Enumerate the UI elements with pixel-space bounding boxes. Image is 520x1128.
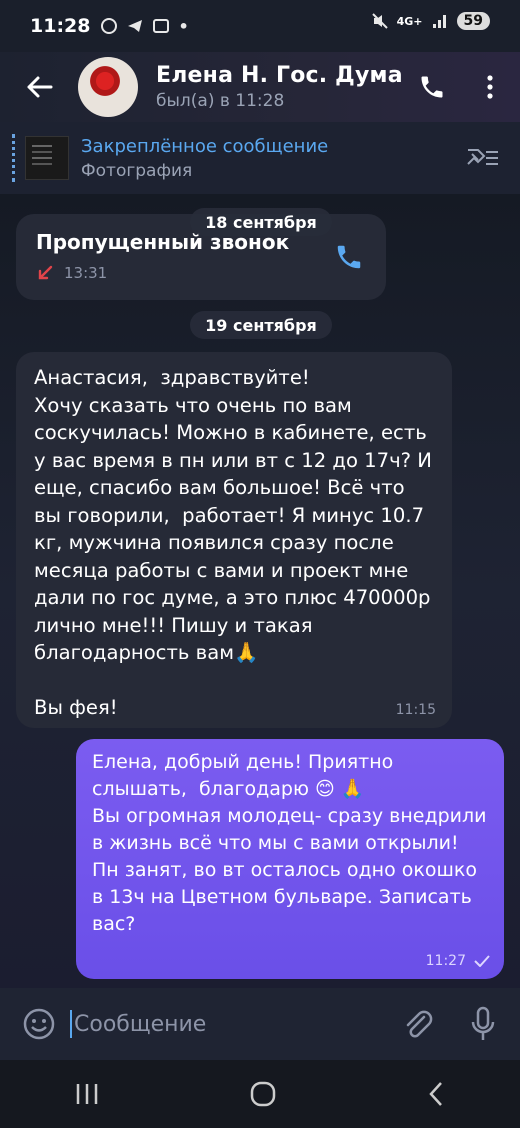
home-icon[interactable] — [249, 1080, 277, 1108]
message-text: Елена, добрый день! Приятно слышать, бла… — [92, 751, 487, 935]
message-input-placeholder: Сообщение — [74, 1011, 207, 1037]
chat-header: Елена Н. Гос. Дума был(а) в 11:28 — [0, 52, 520, 122]
date-separator: 19 сентября — [190, 311, 332, 339]
last-seen: был(а) в 11:28 — [156, 91, 285, 111]
message-time-status: 11:27 — [426, 953, 490, 969]
telegram-icon — [128, 20, 143, 32]
missed-call-meta: 13:31 — [36, 264, 366, 282]
screenshot-icon — [153, 19, 170, 33]
contact-name: Елена Н. Гос. Дума — [156, 63, 403, 88]
pinned-thumbnail — [25, 136, 69, 180]
message-time: 11:27 — [425, 953, 466, 969]
missed-call-icon — [38, 265, 53, 280]
network-type: 4G+ — [396, 14, 423, 28]
mute-icon — [371, 13, 388, 29]
unpin-icon[interactable] — [464, 144, 500, 172]
contact-info[interactable]: Елена Н. Гос. Дума был(а) в 11:28 — [156, 63, 408, 111]
status-bar: 11:28 • 4G+ 59 — [0, 0, 520, 52]
system-nav-bar — [0, 1060, 520, 1128]
text-caret — [70, 1010, 72, 1038]
emoji-icon[interactable] — [22, 1007, 56, 1041]
avatar[interactable] — [78, 57, 138, 117]
pinned-subtitle: Фотография — [81, 160, 193, 181]
signal-icon — [432, 15, 446, 28]
call-back-icon[interactable] — [334, 242, 364, 272]
incoming-message[interactable]: Анастасия, здравствуйте! Хочу сказать чт… — [16, 352, 452, 728]
back-button[interactable] — [0, 52, 78, 122]
message-text: Анастасия, здравствуйте! Хочу сказать чт… — [34, 366, 432, 719]
message-time: 11:15 — [395, 702, 436, 718]
whatsapp-icon — [101, 18, 118, 34]
recents-icon[interactable] — [74, 1082, 100, 1106]
pinned-title: Закреплённое сообщение — [81, 135, 329, 157]
date-separator: 18 сентября — [190, 208, 332, 236]
chat-area[interactable]: Пропущенный звонок 13:31 18 сентября 19 … — [0, 194, 520, 988]
pinned-indicator — [12, 134, 15, 182]
back-nav-icon[interactable] — [426, 1080, 446, 1108]
read-check-icon — [474, 955, 490, 967]
more-vert-icon[interactable] — [486, 74, 494, 100]
phone-icon[interactable] — [418, 73, 446, 101]
outgoing-message[interactable]: Елена, добрый день! Приятно слышать, бла… — [76, 739, 504, 979]
status-right: 4G+ 59 — [371, 12, 490, 30]
missed-call-time: 13:31 — [64, 264, 108, 282]
composer-bar: Сообщение — [0, 988, 520, 1060]
attach-icon[interactable] — [402, 1007, 434, 1041]
back-arrow-icon — [27, 76, 53, 98]
dot-icon: • — [178, 16, 189, 36]
battery-indicator: 59 — [456, 12, 490, 30]
message-input[interactable]: Сообщение — [70, 1010, 402, 1038]
pinned-message[interactable]: Закреплённое сообщение Фотография — [0, 122, 520, 194]
pinned-text: Закреплённое сообщение Фотография — [81, 136, 464, 181]
notification-icons: • — [100, 16, 189, 36]
status-time: 11:28 — [30, 15, 91, 37]
mic-icon[interactable] — [470, 1006, 496, 1042]
header-actions — [408, 73, 520, 101]
